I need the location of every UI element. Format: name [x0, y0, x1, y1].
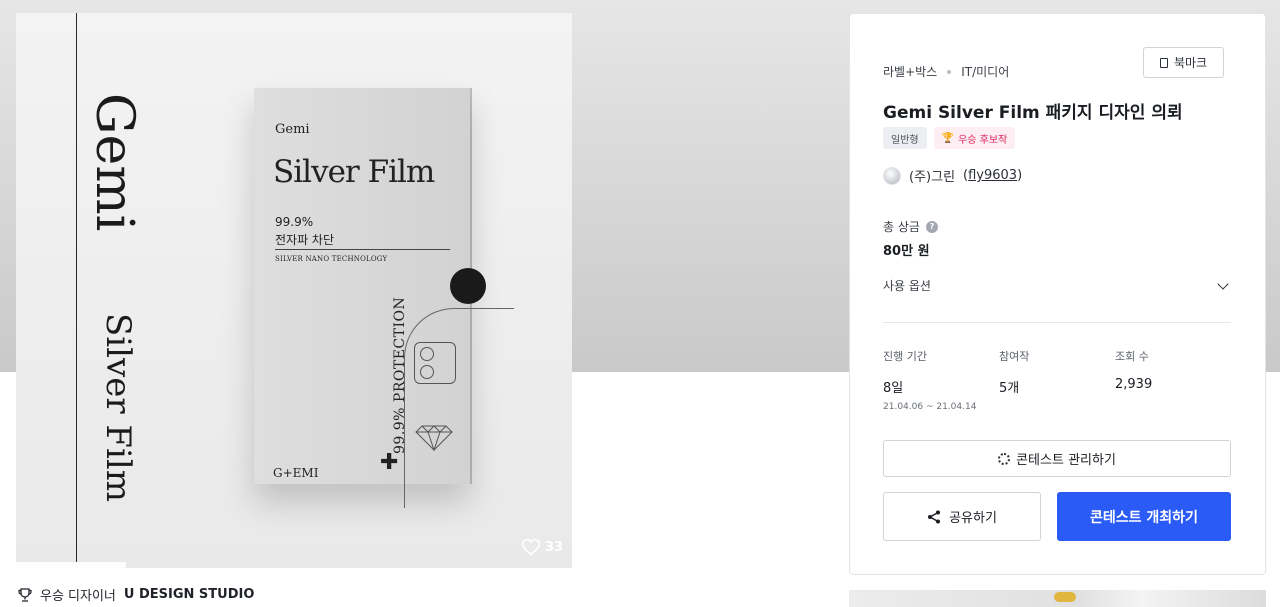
stat-period: 진행 기간 8일 21.04.06 ~ 21.04.14: [883, 348, 976, 412]
stat-participants: 참여작 5개: [999, 348, 1029, 396]
breadcrumb: 라벨+박스 IT/미디어: [883, 63, 1009, 80]
artwork-strip: [16, 562, 126, 568]
stat-views-label: 조회 수: [1115, 350, 1149, 363]
contest-title: Gemi Silver Film 패키지 디자인 의뢰: [883, 103, 1183, 123]
stat-period-label: 진행 기간: [883, 350, 927, 363]
share-label: 공유하기: [949, 511, 997, 526]
owner-name: (주)그린: [909, 170, 956, 185]
options-label: 사용 옵션: [883, 279, 931, 293]
gear-icon: [998, 452, 1011, 465]
prize-value: 80만 원: [883, 244, 930, 259]
winner-caption: 우승 디자이너 U DESIGN STUDIO: [18, 585, 254, 604]
share-icon: [928, 510, 941, 523]
bookmark-label: 북마크: [1173, 56, 1208, 70]
contest-artwork[interactable]: Gemi Silver Film Gemi Silver Film 99.9% …: [16, 13, 572, 568]
box-logo: G+EMI: [273, 466, 319, 480]
help-icon[interactable]: ?: [925, 220, 938, 233]
host-contest-button[interactable]: 콘테스트 개최하기: [1057, 492, 1231, 541]
divider: [883, 322, 1231, 323]
owner-handle[interactable]: fly9603: [968, 168, 1017, 183]
winner-candidate-badge: 🏆 우승 후보작: [933, 127, 1016, 149]
avatar: [883, 166, 901, 185]
bookmark-button[interactable]: 북마크: [1143, 47, 1224, 78]
breadcrumb-item-it-media[interactable]: IT/미디어: [961, 63, 1009, 80]
thumbnail-decoration: [1054, 592, 1076, 602]
prize-label-text: 총 상금: [883, 220, 920, 234]
like-button[interactable]: 33: [521, 538, 563, 556]
phone-outline: [404, 308, 514, 508]
artwork-vertical-silver-film: Silver Film: [98, 313, 138, 503]
contest-owner: (주)그린 (fly9603): [883, 166, 1022, 185]
stat-views: 조회 수 2,939: [1115, 348, 1152, 392]
breadcrumb-separator: [947, 69, 952, 74]
artwork-vertical-gemi: Gemi: [84, 93, 144, 232]
trophy-icon: [18, 587, 32, 602]
winner-label: 우승 디자이너: [40, 589, 116, 604]
box-percent: 99.9%: [275, 215, 314, 229]
stat-participants-label: 참여작: [999, 350, 1030, 363]
box-divider: [275, 249, 450, 250]
manage-contest-label: 콘테스트 관리하기: [1016, 453, 1116, 468]
contest-info-panel: 라벨+박스 IT/미디어 북마크 Gemi Silver Film 패키지 디자…: [849, 13, 1266, 575]
stat-period-range: 21.04.06 ~ 21.04.14: [883, 402, 977, 412]
box-brand: Gemi: [275, 122, 310, 137]
heart-icon: [521, 538, 541, 556]
stat-period-value: 8일: [883, 381, 904, 396]
plus-icon: ✚: [380, 450, 399, 475]
box-title: Silver Film: [273, 154, 435, 190]
product-box: Gemi Silver Film 99.9% 전자파 차단 SILVER NAN…: [254, 88, 514, 508]
host-contest-label: 콘테스트 개최하기: [1090, 509, 1198, 526]
artwork-vertical-rule: [76, 13, 77, 568]
badge-group: 일반형 🏆 우승 후보작: [883, 127, 1016, 149]
stat-views-value: 2,939: [1115, 377, 1153, 392]
type-badge-label: 일반형: [891, 134, 919, 146]
related-thumbnail[interactable]: [849, 590, 1266, 607]
diamond-icon: [415, 425, 453, 452]
type-badge: 일반형: [883, 127, 927, 149]
winner-candidate-label: 우승 후보작: [958, 134, 1008, 146]
camera-icon: [414, 342, 456, 384]
box-black-dot: [450, 268, 486, 304]
box-tech-copy: SILVER NANO TECHNOLOGY: [275, 255, 388, 263]
owner-handle-link[interactable]: (fly9603): [963, 168, 1022, 183]
box-protection-text: 99.9% PROTECTION: [392, 296, 408, 454]
options-dropdown[interactable]: 사용 옵션: [883, 277, 1231, 294]
chevron-down-icon: [1217, 277, 1229, 290]
stat-participants-value: 5개: [999, 381, 1020, 396]
share-button[interactable]: 공유하기: [883, 492, 1041, 541]
manage-contest-button[interactable]: 콘테스트 관리하기: [883, 440, 1231, 477]
prize-label: 총 상금 ?: [883, 218, 938, 235]
bookmark-icon: [1159, 57, 1168, 68]
trophy-icon: 🏆: [941, 132, 955, 144]
breadcrumb-item-label-box[interactable]: 라벨+박스: [883, 63, 937, 80]
box-korean-copy: 전자파 차단: [275, 233, 335, 247]
winner-designer-link[interactable]: U DESIGN STUDIO: [124, 587, 255, 602]
like-count: 33: [545, 539, 564, 555]
